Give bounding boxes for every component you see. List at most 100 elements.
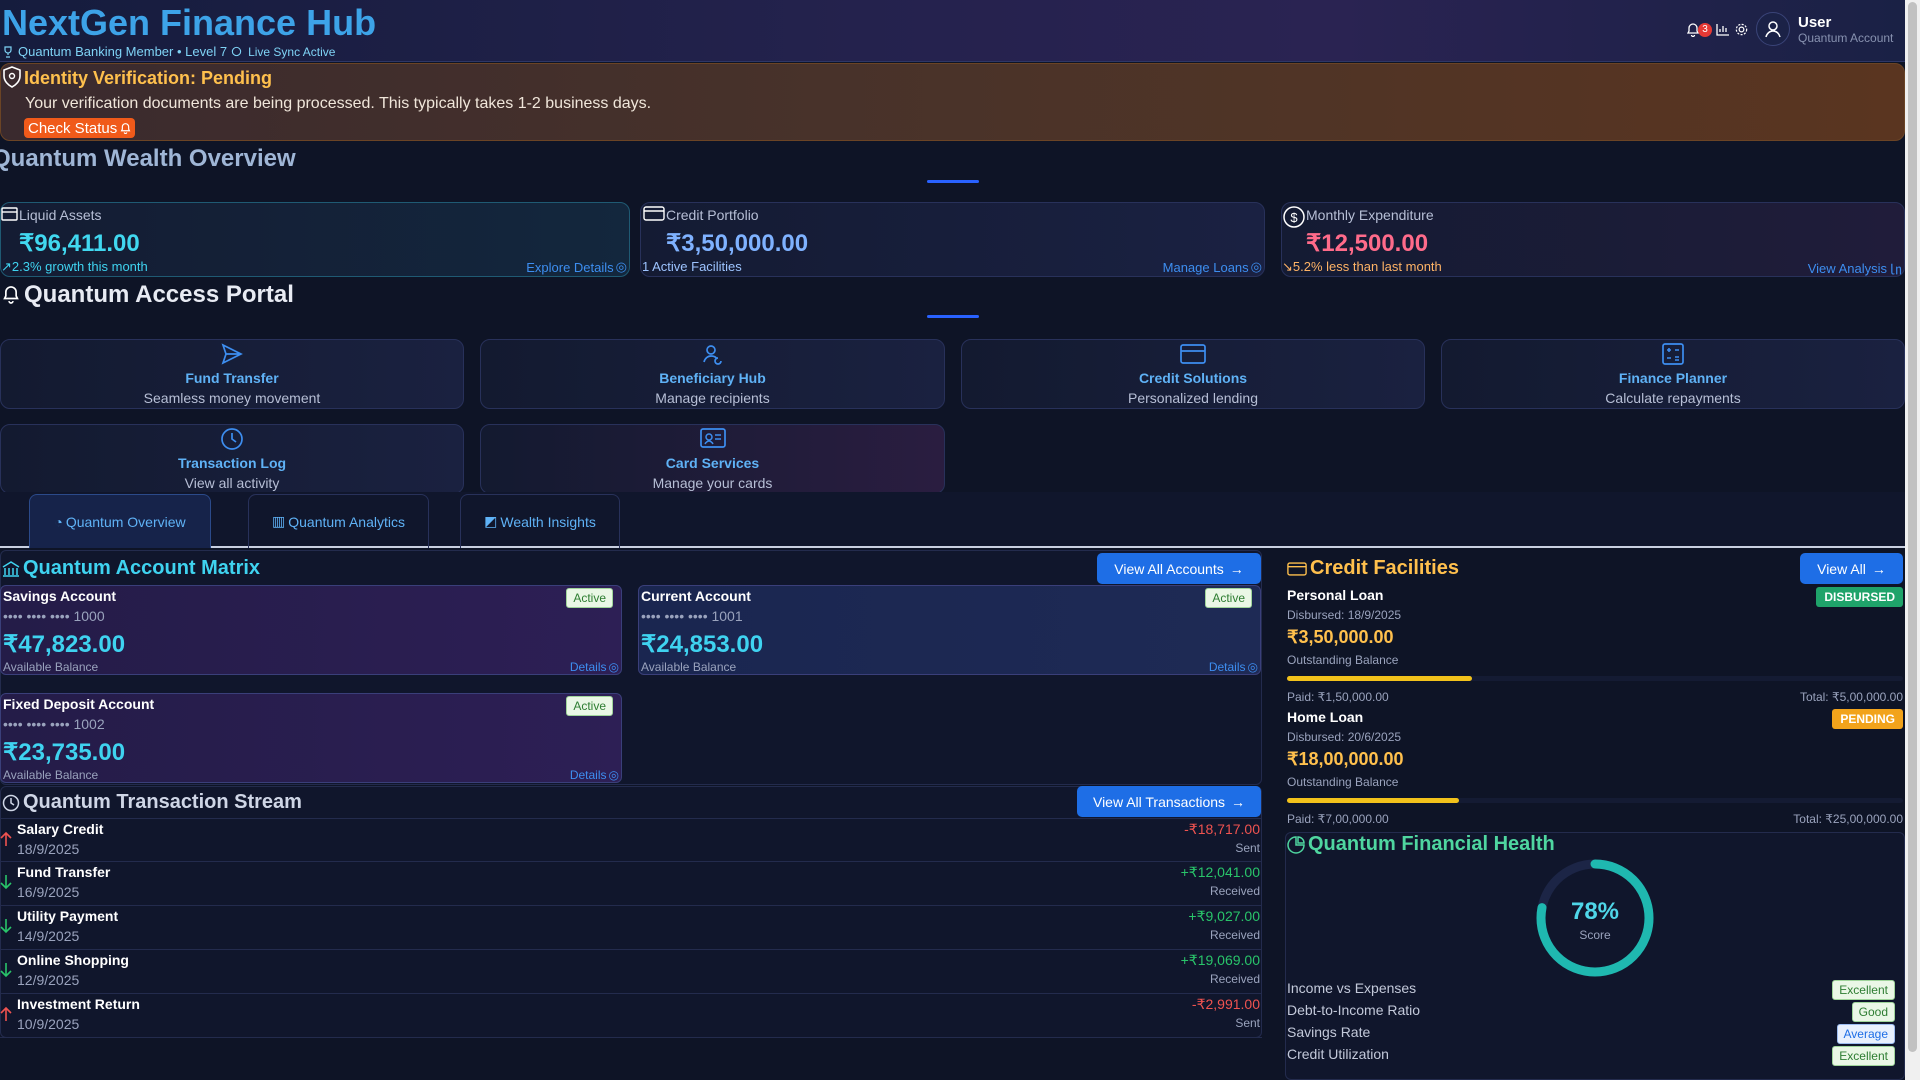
quick-fund-transfer[interactable]: Fund Transfer Seamless money movement <box>0 339 464 409</box>
arrow-up-icon <box>0 831 12 847</box>
quick-title: Transaction Log <box>177 455 287 471</box>
notification-badge: 3 <box>1698 22 1712 37</box>
transaction-row[interactable]: Fund Transfer 16/9/2025 +₹12,041.00 Rece… <box>0 862 1262 906</box>
bell-icon <box>120 122 131 134</box>
account-balance: ₹47,823.00 <box>3 631 126 658</box>
credit-card-icon <box>1180 343 1206 365</box>
manage-loans-link[interactable]: Manage Loans ◎ <box>1163 259 1262 275</box>
credit-card-icon <box>1287 561 1307 577</box>
loan-disbursed-date: Disbursed: 20/6/2025 <box>1287 730 1402 744</box>
credit-facilities-title: Credit Facilities <box>1287 557 1459 580</box>
quick-title: Fund Transfer <box>185 370 279 386</box>
view-all-transactions-button[interactable]: View All Transactions → <box>1077 786 1261 817</box>
brand-title[interactable]: NextGen Finance Hub <box>2 2 376 44</box>
transaction-name: Utility Payment <box>17 908 119 924</box>
health-row: Income vs Expenses Excellent <box>1287 980 1895 1002</box>
button-label: View All Transactions <box>1092 793 1226 810</box>
loan-status-badge: DISBURSED <box>1816 587 1903 607</box>
health-metric: Credit Utilization <box>1287 1046 1389 1062</box>
loan-card-home[interactable]: Home Loan PENDING Disbursed: 20/6/2025 ₹… <box>1287 707 1903 827</box>
wealth-overview-title: Quantum Wealth Overview <box>0 145 296 172</box>
quick-title: Credit Solutions <box>1138 370 1248 386</box>
quick-beneficiary-hub[interactable]: Beneficiary Hub Manage recipients <box>480 339 945 409</box>
account-number: •••• •••• •••• 1002 <box>3 716 105 732</box>
analytics-icon[interactable] <box>1716 23 1730 36</box>
stat-card-liquid-assets[interactable]: Liquid Assets ₹96,411.00 ↗2.3% growth th… <box>0 202 630 277</box>
stat-card-credit-portfolio[interactable]: Credit Portfolio ₹3,50,000.00 1 Active F… <box>640 202 1265 277</box>
tab-wealth-insights[interactable]: ◩ Wealth Insights <box>460 494 620 548</box>
section-underline <box>927 315 979 318</box>
tab-quantum-overview[interactable]: ◔ Quantum Overview <box>29 494 211 548</box>
eye-icon: ◎ <box>608 768 619 782</box>
transaction-row[interactable]: Investment Return 10/9/2025 -₹2,991.00 S… <box>0 994 1262 1038</box>
explore-details-link[interactable]: Explore Details ◎ <box>526 259 627 275</box>
user-avatar[interactable] <box>1756 12 1790 46</box>
details-link[interactable]: Details ◎ <box>570 768 619 782</box>
quick-finance-planner[interactable]: Finance Planner Calculate repayments <box>1441 339 1905 409</box>
status-badge: Active <box>566 696 613 716</box>
loan-balance: ₹3,50,000.00 <box>1287 627 1394 647</box>
transaction-kind: Sent <box>1235 841 1260 855</box>
health-rating-badge: Good <box>1851 1002 1895 1022</box>
stat-trend: ↘5.2% less than last month <box>1282 259 1442 274</box>
transaction-kind: Received <box>1209 972 1260 986</box>
account-card-fixed-deposit[interactable]: Fixed Deposit Account Active •••• •••• •… <box>0 693 622 783</box>
chart-icon: ◩ <box>484 513 498 529</box>
history-icon <box>2 794 20 812</box>
button-label: View All <box>1817 560 1866 577</box>
health-row: Credit Utilization Excellent <box>1287 1046 1895 1068</box>
view-analysis-link[interactable]: View Analysis ㏑ <box>1808 259 1902 278</box>
financial-health-title-text: Quantum Financial Health <box>1308 833 1555 855</box>
account-card-savings[interactable]: Savings Account Active •••• •••• •••• 10… <box>0 585 622 675</box>
quick-title: Beneficiary Hub <box>659 370 766 386</box>
quick-card-services[interactable]: Card Services Manage your cards <box>480 424 945 494</box>
loan-progress-track <box>1287 798 1903 803</box>
details-link[interactable]: Details ◎ <box>1209 660 1258 674</box>
check-status-button[interactable]: Check Status <box>24 118 136 138</box>
user-menu[interactable]: User Quantum Account <box>1756 12 1893 46</box>
health-rating-badge: Average <box>1836 1024 1895 1044</box>
stat-card-monthly-expenditure[interactable]: $ Monthly Expenditure ₹12,500.00 ↘5.2% l… <box>1281 202 1905 277</box>
transaction-kind: Received <box>1209 928 1260 942</box>
link-label: Manage Loans <box>1162 259 1249 275</box>
eye-icon: ◎ <box>608 660 619 674</box>
quick-transaction-log[interactable]: Transaction Log View all activity <box>0 424 464 494</box>
header-actions: 3 <box>1686 22 1749 37</box>
bell-icon <box>2 284 20 304</box>
user-name: User <box>1798 13 1832 31</box>
tab-quantum-analytics[interactable]: ▥ Quantum Analytics <box>248 494 429 548</box>
loan-balance-label: Outstanding Balance <box>1287 775 1399 789</box>
health-rating-badge: Excellent <box>1832 980 1895 1000</box>
details-link[interactable]: Details ◎ <box>570 660 619 674</box>
check-status-label: Check Status <box>28 119 118 137</box>
transaction-stream-title-text: Quantum Transaction Stream <box>23 791 302 813</box>
sync-icon <box>231 46 242 57</box>
stat-sub: 1 Active Facilities <box>642 259 742 274</box>
arrow-right-icon: → <box>1871 560 1886 577</box>
page-scrollbar[interactable] <box>1905 0 1920 1080</box>
tab-label: Wealth Insights <box>500 513 596 530</box>
loan-disbursed-date: Disbursed: 18/9/2025 <box>1287 608 1402 622</box>
health-row: Debt-to-Income Ratio Good <box>1287 1002 1895 1024</box>
quick-credit-solutions[interactable]: Credit Solutions Personalized lending <box>961 339 1425 409</box>
quick-sub: View all activity <box>184 475 280 491</box>
health-score-gauge: 78% Score <box>1533 856 1657 980</box>
transaction-amount: +₹12,041.00 <box>1180 864 1260 880</box>
view-all-credit-button[interactable]: View All → <box>1800 553 1903 584</box>
transaction-amount: +₹9,027.00 <box>1188 908 1260 924</box>
credit-card-icon <box>643 205 665 222</box>
transaction-kind: Received <box>1209 884 1260 898</box>
transaction-row[interactable]: Online Shopping 12/9/2025 +₹19,069.00 Re… <box>0 950 1262 994</box>
gear-icon[interactable] <box>1734 22 1749 37</box>
view-all-accounts-button[interactable]: View All Accounts → <box>1097 553 1261 584</box>
user-account-type: Quantum Account <box>1798 30 1894 45</box>
stat-value: ₹12,500.00 <box>1306 230 1429 257</box>
transaction-row[interactable]: Utility Payment 14/9/2025 +₹9,027.00 Rec… <box>0 906 1262 950</box>
transaction-row[interactable]: Salary Credit 18/9/2025 -₹18,717.00 Sent <box>0 818 1262 862</box>
account-card-current[interactable]: Current Account Active •••• •••• •••• 10… <box>638 585 1261 675</box>
scrollbar-thumb[interactable] <box>1908 2 1917 1052</box>
pie-chart-icon <box>1287 835 1305 854</box>
wallet-icon <box>1 205 18 222</box>
stat-label: Credit Portfolio <box>666 207 759 223</box>
loan-card-personal[interactable]: Personal Loan DISBURSED Disbursed: 18/9/… <box>1287 585 1903 705</box>
